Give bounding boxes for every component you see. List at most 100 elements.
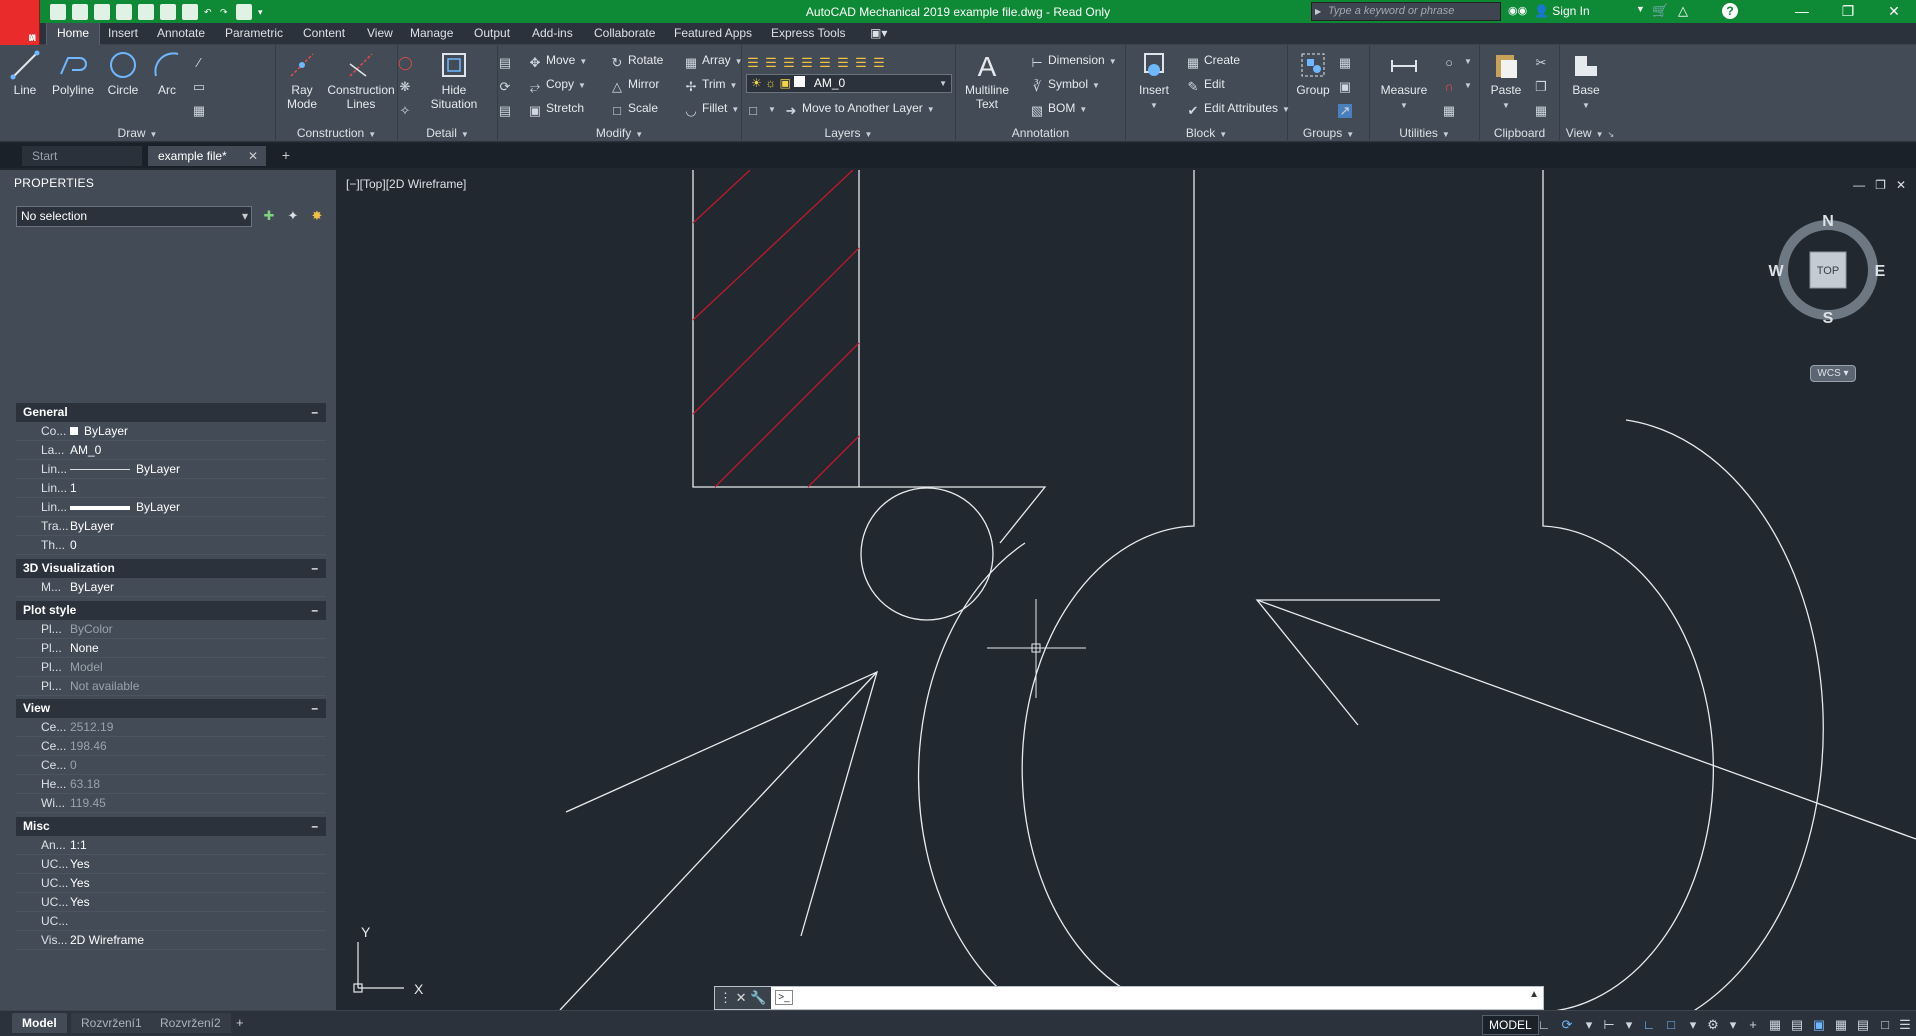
cmd-close-icon[interactable]: ✕ [736, 990, 747, 1005]
search-input[interactable]: Type a keyword or phrase [1311, 2, 1501, 21]
multiline-text-button[interactable]: A Multiline Text [962, 50, 1012, 111]
cmd-grip-icon[interactable]: ⋮ [719, 990, 732, 1005]
add-layout-icon[interactable]: + [236, 1015, 244, 1030]
hatch-icon[interactable]: ▦ [192, 99, 210, 118]
new-tab-icon[interactable]: + [278, 148, 294, 164]
panel-detail-title[interactable]: Detail ▼ [398, 126, 497, 140]
a360-icon[interactable]: △ [1678, 3, 1688, 19]
panel-groups-title[interactable]: Groups ▼ [1288, 126, 1369, 140]
tab-featured-apps[interactable]: Featured Apps [674, 26, 752, 40]
property-row[interactable]: UC... [16, 912, 326, 931]
array-button[interactable]: ▦ Array ▼ [684, 51, 743, 70]
collapse-icon[interactable]: – [311, 403, 318, 422]
section-header[interactable]: View – [16, 699, 326, 718]
layer-tools-icon[interactable]: ☰ ☰ ☰ ☰ ☰ ☰ ☰ ☰ [746, 51, 890, 70]
command-prompt-icon[interactable]: >_ [775, 990, 793, 1005]
edit-attributes-button[interactable]: ✔ Edit Attributes ▼ [1186, 99, 1290, 118]
hide-situation-button[interactable]: Hide Situation [424, 50, 484, 111]
cmd-settings-icon[interactable]: 🔧 [750, 990, 766, 1005]
viewcube[interactable]: TOP N S E W [1768, 210, 1888, 330]
modify-extra-1-icon[interactable]: ▤ [498, 51, 516, 70]
panel-view-title[interactable]: View ▼ ↘ [1560, 126, 1620, 140]
calculator-icon[interactable]: ▦ [1442, 99, 1460, 118]
open-from-web-icon[interactable] [138, 4, 154, 20]
property-row[interactable]: Pl... Model [16, 658, 326, 677]
symbol-button[interactable]: ∛ Symbol ▼ [1030, 75, 1100, 94]
property-row[interactable]: Ce... 2512.19 [16, 718, 326, 737]
polar-dropdown-icon[interactable]: ▾ [1620, 1016, 1638, 1034]
polyline-button[interactable]: Polyline [48, 50, 98, 97]
base-view-button[interactable]: Base ▼ [1566, 50, 1606, 113]
ortho-icon[interactable]: ⊢ [1600, 1016, 1618, 1034]
section-header[interactable]: Misc – [16, 817, 326, 836]
drawing-area[interactable]: [−][Top][2D Wireframe] — ❐ ✕ Y X TOP N S… [340, 170, 1916, 1010]
command-input[interactable] [801, 988, 1521, 1008]
model-space-button[interactable]: MODEL [1482, 1015, 1539, 1035]
command-history-icon[interactable]: ▲ [1529, 989, 1539, 1000]
panel-modify-title[interactable]: Modify ▼ [498, 126, 741, 140]
ribbon-toggle-icon[interactable]: ▣▾ [870, 26, 887, 40]
collapse-icon[interactable]: – [311, 559, 318, 578]
property-row[interactable]: An... 1:1 [16, 836, 326, 855]
tab-insert[interactable]: Insert [108, 26, 138, 40]
stretch-button[interactable]: ▣ Stretch [528, 99, 584, 118]
customize-menu-icon[interactable]: ☰ [1896, 1016, 1914, 1034]
property-row[interactable]: Vis... 2D Wireframe [16, 931, 326, 950]
plus-icon[interactable]: + [1744, 1016, 1762, 1034]
panel-block-title[interactable]: Block ▼ [1126, 126, 1287, 140]
snap-mode-icon[interactable]: ⟳ [1558, 1016, 1576, 1034]
mirror-button[interactable]: △ Mirror [610, 75, 659, 94]
trim-button[interactable]: ✢ Trim ▼ [684, 75, 738, 94]
tab-collaborate[interactable]: Collaborate [594, 26, 655, 40]
tab-add-ins[interactable]: Add-ins [532, 26, 573, 40]
line-button[interactable]: Line [10, 50, 40, 97]
section-header[interactable]: General – [16, 403, 326, 422]
property-row[interactable]: Wi... 119.45 [16, 794, 326, 813]
wcs-menu[interactable]: WCS ▾ [1810, 365, 1856, 382]
create-block-button[interactable]: ▦ Create [1186, 51, 1240, 70]
group-select-icon[interactable]: ↗ [1338, 99, 1356, 118]
move-to-layer-button[interactable]: ➜ Move to Another Layer ▼ [784, 99, 935, 118]
share-icon[interactable] [236, 4, 252, 20]
property-row[interactable]: Ce... 0 [16, 756, 326, 775]
compass-south[interactable]: S [1823, 310, 1834, 327]
rotate-button[interactable]: ↻ Rotate [610, 51, 664, 70]
compass-east[interactable]: E [1875, 263, 1886, 280]
quick-properties-icon[interactable]: ▤ [1854, 1016, 1872, 1034]
save-to-web-icon[interactable] [160, 4, 176, 20]
fillet-button[interactable]: ◡ Fillet ▼ [684, 99, 739, 118]
isolate-objects-icon[interactable]: □ [1876, 1016, 1894, 1034]
tab-view[interactable]: View [367, 26, 393, 40]
dimension-button[interactable]: ⊢ Dimension ▼ [1030, 51, 1116, 70]
quick-select-icon[interactable]: ✸ [309, 208, 325, 224]
open-icon[interactable] [72, 4, 88, 20]
property-row[interactable]: M... ByLayer [16, 578, 326, 597]
gear-dropdown-icon[interactable]: ▾ [1724, 1016, 1742, 1034]
redo-icon[interactable]: ↷ [220, 7, 230, 17]
trim-points-icon[interactable]: ✧ [398, 99, 416, 118]
magnet-icon[interactable]: ∩ ▼ [1442, 75, 1472, 94]
property-row[interactable]: Pl... ByColor [16, 620, 326, 639]
panel-draw-title[interactable]: Draw ▼ [0, 126, 275, 140]
cart-icon[interactable]: 🛒 [1652, 3, 1668, 19]
property-row[interactable]: Pl... None [16, 639, 326, 658]
new-icon[interactable] [50, 4, 66, 20]
select-objects-icon[interactable]: ✦ [285, 208, 301, 224]
ungroup-icon[interactable]: ▦ [1338, 51, 1356, 70]
property-row[interactable]: Lin... 1 [16, 479, 326, 498]
annotation-monitor-icon[interactable]: ▣ [1810, 1016, 1828, 1034]
layout-tab-1[interactable]: Rozvržení1 [71, 1013, 152, 1033]
modify-extra-3-icon[interactable]: ▤ [498, 99, 516, 118]
grid-icon[interactable]: ∟ [1535, 1016, 1553, 1034]
collapse-icon[interactable]: – [311, 817, 318, 836]
save-icon[interactable] [94, 4, 110, 20]
property-row[interactable]: UC... Yes [16, 874, 326, 893]
application-menu-button[interactable]: AM [0, 0, 40, 45]
section-header[interactable]: 3D Visualization – [16, 559, 326, 578]
annotation-scale-icon[interactable]: ▦ [1766, 1016, 1784, 1034]
layout-tab-2[interactable]: Rozvržení2 [150, 1013, 231, 1033]
property-row[interactable]: He... 63.18 [16, 775, 326, 794]
property-row[interactable]: UC... Yes [16, 893, 326, 912]
paste-button[interactable]: Paste ▼ [1486, 50, 1526, 113]
scale-button[interactable]: □ Scale [610, 99, 658, 118]
